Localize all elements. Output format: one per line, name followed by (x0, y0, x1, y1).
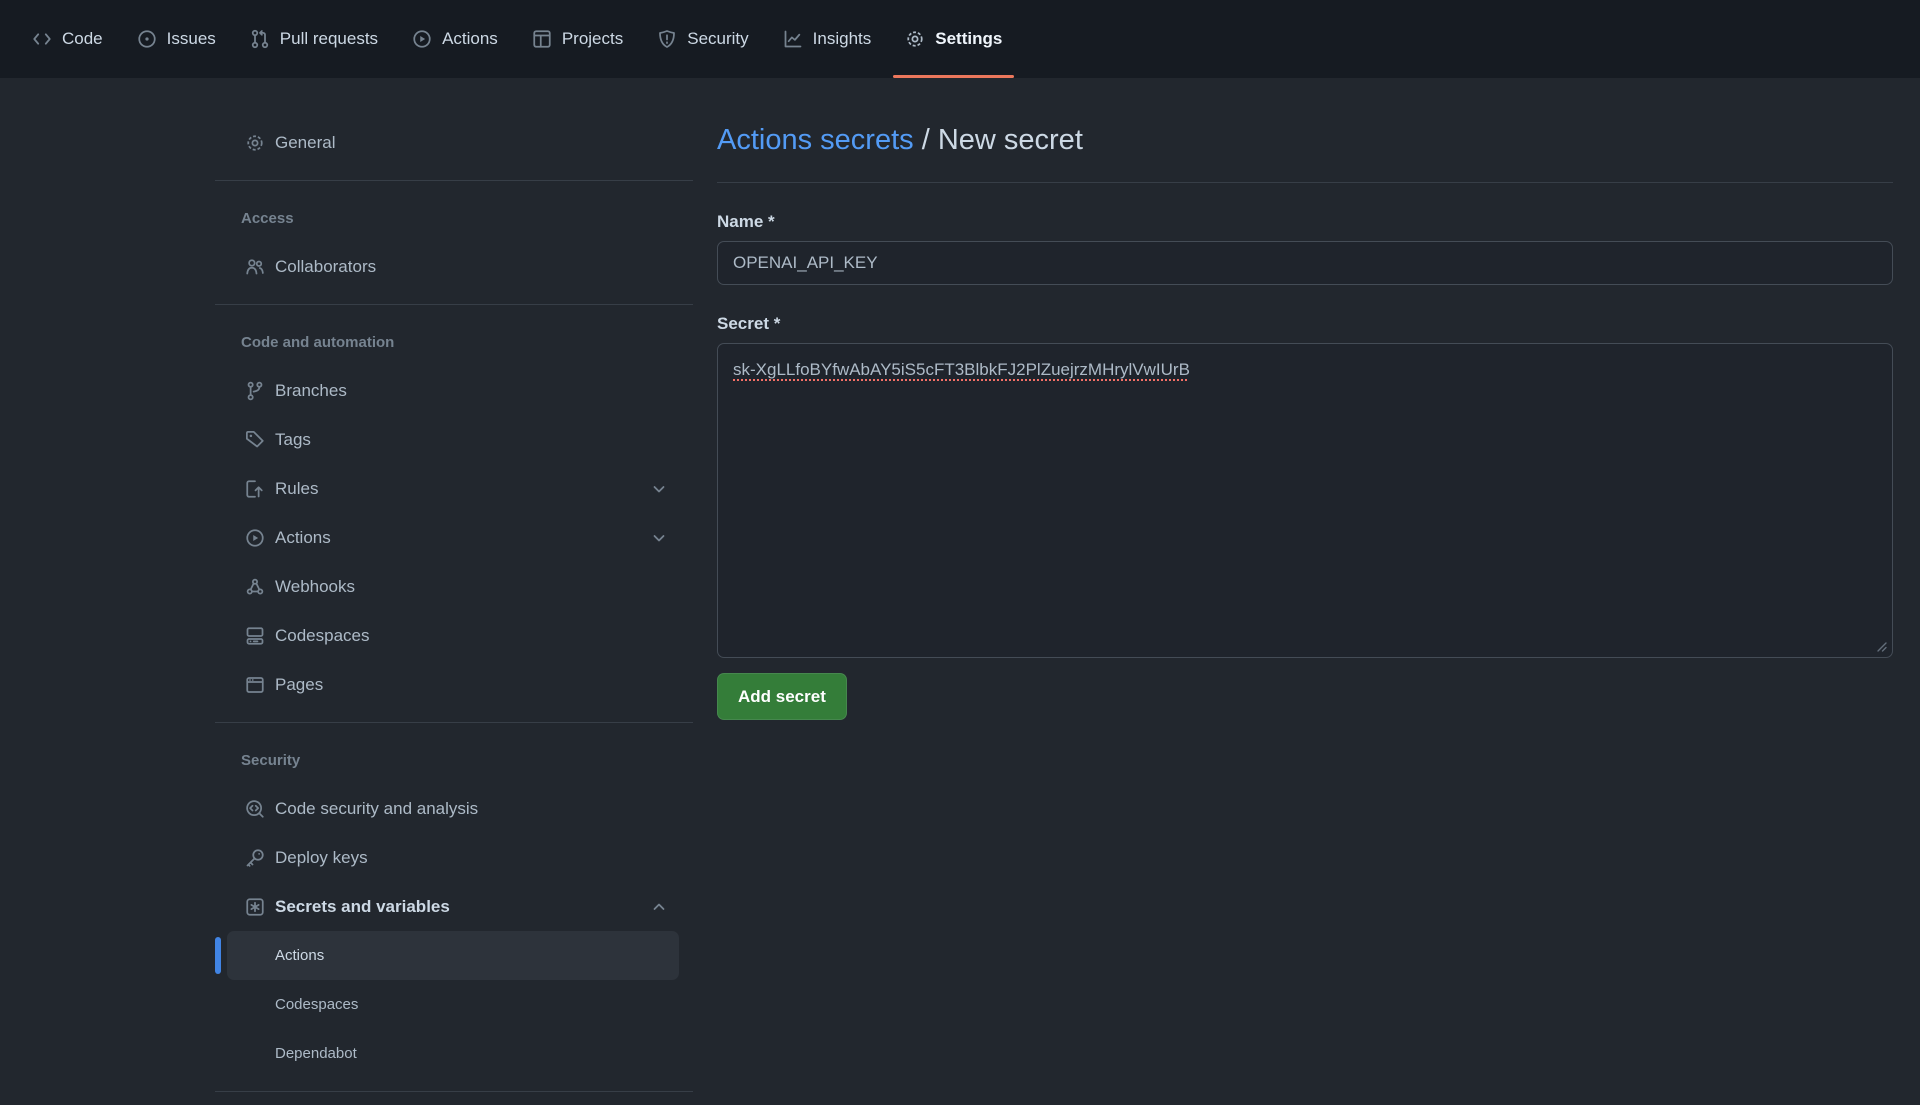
codescan-icon (245, 799, 265, 819)
sidebar-item-pages[interactable]: Pages (227, 660, 679, 709)
settings-layout: General Access Collaborators Code and au… (0, 78, 1920, 1105)
breadcrumb-current: New secret (938, 124, 1083, 156)
chevron-down-icon (650, 529, 668, 547)
tab-projects[interactable]: Projects (515, 0, 640, 78)
tab-actions[interactable]: Actions (395, 0, 515, 78)
issue-opened-icon (137, 29, 157, 49)
tab-label: Issues (167, 29, 216, 49)
sidebar-item-tags[interactable]: Tags (227, 415, 679, 464)
sidebar-section-code-automation: Code and automation (227, 318, 679, 366)
sidebar-section-access: Access (227, 194, 679, 242)
sidebar-item-secrets-variables[interactable]: Secrets and variables (227, 882, 679, 931)
tab-label: Projects (562, 29, 623, 49)
sidebar-item-label: Actions (275, 528, 640, 548)
page-title: Actions secrets / New secret (717, 122, 1893, 183)
table-icon (532, 29, 552, 49)
sidebar-subitem-label: Codespaces (275, 996, 358, 1013)
tab-pull-requests[interactable]: Pull requests (233, 0, 395, 78)
tab-settings[interactable]: Settings (888, 0, 1019, 78)
tab-insights[interactable]: Insights (766, 0, 889, 78)
sidebar-subitem-dependabot[interactable]: Dependabot (227, 1029, 679, 1078)
code-icon (32, 29, 52, 49)
sidebar-item-label: Secrets and variables (275, 897, 640, 917)
key-icon (245, 848, 265, 868)
codespaces-icon (245, 626, 265, 646)
tab-label: Code (62, 29, 103, 49)
sidebar-item-label: Pages (275, 675, 668, 695)
breadcrumb-separator: / (922, 124, 930, 156)
tag-icon (245, 430, 265, 450)
sidebar-item-label: Deploy keys (275, 848, 668, 868)
name-label: Name * (717, 211, 1893, 233)
tab-label: Settings (935, 29, 1002, 49)
sidebar-item-deploy-keys[interactable]: Deploy keys (227, 833, 679, 882)
repo-tab-nav: Code Issues Pull requests Actions Projec… (0, 0, 1920, 78)
sidebar-section-security: Security (227, 736, 679, 784)
sidebar-subitem-label: Dependabot (275, 1045, 357, 1062)
gear-icon (245, 133, 265, 153)
webhook-icon (245, 577, 265, 597)
sidebar-item-label: General (275, 133, 668, 153)
sidebar-item-rules[interactable]: Rules (227, 464, 679, 513)
gear-icon (905, 29, 925, 49)
sidebar-item-collaborators[interactable]: Collaborators (227, 242, 679, 291)
tab-security[interactable]: Security (640, 0, 765, 78)
sidebar-item-general[interactable]: General (227, 118, 679, 167)
divider (215, 304, 693, 305)
git-branch-icon (245, 381, 265, 401)
divider (215, 722, 693, 723)
tab-label: Actions (442, 29, 498, 49)
chevron-up-icon (650, 898, 668, 916)
chevron-down-icon (650, 480, 668, 498)
resize-handle[interactable] (1875, 640, 1889, 654)
sidebar-item-label: Codespaces (275, 626, 668, 646)
sidebar-item-code-security[interactable]: Code security and analysis (227, 784, 679, 833)
sidebar-item-label: Branches (275, 381, 668, 401)
tab-label: Security (687, 29, 748, 49)
add-secret-button[interactable]: Add secret (717, 673, 847, 720)
secrets-icon (245, 897, 265, 917)
secret-value-input[interactable]: sk-XgLLfoBYfwAbAY5iS5cFT3BlbkFJ2PlZuejrz… (717, 343, 1893, 658)
settings-sidebar: General Access Collaborators Code and au… (215, 78, 693, 1105)
sidebar-item-label: Code security and analysis (275, 799, 668, 819)
divider (215, 1091, 693, 1092)
sidebar-item-label: Rules (275, 479, 640, 499)
people-icon (245, 257, 265, 277)
sidebar-item-label: Tags (275, 430, 668, 450)
sidebar-subitem-codespaces[interactable]: Codespaces (227, 980, 679, 1029)
tab-code[interactable]: Code (15, 0, 120, 78)
tab-issues[interactable]: Issues (120, 0, 233, 78)
actions-secrets-link[interactable]: Actions secrets (717, 124, 914, 156)
sidebar-item-label: Webhooks (275, 577, 668, 597)
sidebar-subitem-label: Actions (275, 947, 324, 964)
tab-label: Pull requests (280, 29, 378, 49)
shield-icon (657, 29, 677, 49)
new-secret-form: Actions secrets / New secret Name * Secr… (717, 78, 1893, 720)
play-icon (245, 528, 265, 548)
sidebar-item-webhooks[interactable]: Webhooks (227, 562, 679, 611)
divider (215, 180, 693, 181)
tab-label: Insights (813, 29, 872, 49)
secret-label: Secret * (717, 313, 1893, 335)
sidebar-item-codespaces[interactable]: Codespaces (227, 611, 679, 660)
sidebar-item-label: Collaborators (275, 257, 668, 277)
secret-value-text: sk-XgLLfoBYfwAbAY5iS5cFT3BlbkFJ2PlZuejrz… (733, 360, 1190, 379)
rule-icon (245, 479, 265, 499)
git-pull-request-icon (250, 29, 270, 49)
browser-icon (245, 675, 265, 695)
sidebar-item-actions[interactable]: Actions (227, 513, 679, 562)
graph-icon (783, 29, 803, 49)
play-icon (412, 29, 432, 49)
sidebar-item-branches[interactable]: Branches (227, 366, 679, 415)
sidebar-subitem-actions[interactable]: Actions (227, 931, 679, 980)
secret-name-input[interactable] (717, 241, 1893, 285)
